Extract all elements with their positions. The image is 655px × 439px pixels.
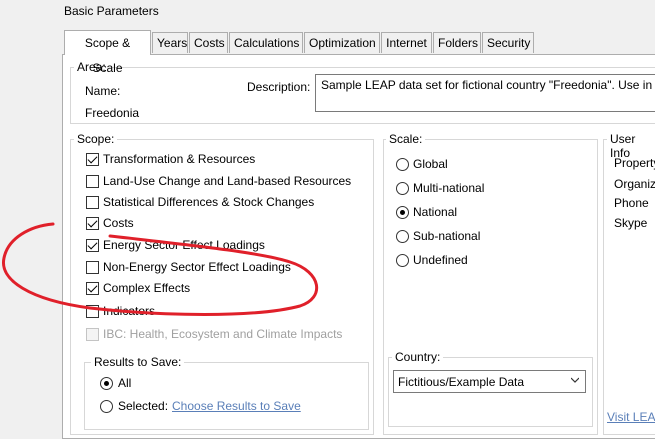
- user-info-organization: Organiz: [614, 177, 655, 191]
- scale-group-label: Scale:: [386, 132, 426, 146]
- label-transformation-resources: Transformation & Resources: [103, 152, 256, 166]
- user-info-property: Property: [614, 156, 655, 170]
- chevron-down-icon: [571, 377, 579, 383]
- description-field[interactable]: Sample LEAP data set for fictional count…: [315, 74, 655, 112]
- label-energy-sector-effect-loadings: Energy Sector Effect Loadings: [103, 238, 265, 252]
- user-info-skype: Skype: [614, 216, 648, 230]
- radio-results-selected[interactable]: [100, 400, 113, 413]
- country-select[interactable]: Fictitious/Example Data: [393, 370, 586, 393]
- label-results-all: All: [118, 376, 132, 390]
- label-statistical-differences: Statistical Differences & Stock Changes: [103, 195, 315, 209]
- checkbox-complex-effects[interactable]: [86, 282, 99, 295]
- label-scale-global: Global: [413, 157, 448, 171]
- name-label: Name:: [85, 84, 121, 98]
- label-scale-national: National: [413, 205, 458, 219]
- radio-scale-global[interactable]: [396, 158, 409, 171]
- radio-scale-multi-national[interactable]: [396, 182, 409, 195]
- label-indicators: Indicators: [103, 304, 156, 318]
- label-complex-effects: Complex Effects: [103, 281, 191, 295]
- radio-results-all[interactable]: [100, 377, 113, 390]
- window-title: Basic Parameters: [64, 4, 159, 18]
- checkbox-transformation-resources[interactable]: [86, 153, 99, 166]
- label-scale-undefined: Undefined: [413, 253, 468, 267]
- radio-scale-undefined[interactable]: [396, 254, 409, 267]
- checkbox-non-energy-sector-effect-loadings[interactable]: [86, 261, 99, 274]
- checkbox-ibc-impacts: [86, 328, 99, 341]
- tab-folders[interactable]: Folders: [433, 32, 481, 53]
- checkbox-costs[interactable]: [86, 217, 99, 230]
- checkbox-energy-sector-effect-loadings[interactable]: [86, 239, 99, 252]
- tab-optimization[interactable]: Optimization: [304, 32, 380, 53]
- checkbox-land-use-change[interactable]: [86, 175, 99, 188]
- tab-internet[interactable]: Internet: [381, 32, 432, 53]
- tab-costs[interactable]: Costs: [189, 32, 228, 53]
- tab-calculations[interactable]: Calculations: [229, 32, 303, 53]
- country-select-value: Fictitious/Example Data: [398, 375, 525, 389]
- tab-security[interactable]: Security: [482, 32, 534, 53]
- results-group: [84, 362, 369, 430]
- label-non-energy-sector-effect-loadings: Non-Energy Sector Effect Loadings: [103, 260, 291, 274]
- choose-results-link[interactable]: Choose Results to Save: [172, 399, 301, 413]
- country-group-label: Country:: [392, 350, 444, 364]
- scope-group-label: Scope:: [74, 132, 118, 146]
- tab-years[interactable]: Years: [152, 32, 188, 53]
- radio-scale-sub-national[interactable]: [396, 230, 409, 243]
- visit-leap-link[interactable]: Visit LEAP: [607, 410, 655, 424]
- checkbox-indicators[interactable]: [86, 305, 99, 318]
- name-value: Freedonia: [85, 106, 140, 120]
- label-costs: Costs: [103, 216, 134, 230]
- label-scale-multi-national: Multi-national: [413, 181, 485, 195]
- label-results-selected: Selected:: [118, 399, 169, 413]
- label-ibc-impacts: IBC: Health, Ecosystem and Climate Impac…: [103, 327, 343, 341]
- description-label: Description:: [247, 80, 311, 94]
- label-scale-sub-national: Sub-national: [413, 229, 481, 243]
- tab-scope-scale[interactable]: Scope & Scale: [64, 30, 151, 75]
- checkbox-statistical-differences[interactable]: [86, 196, 99, 209]
- user-info-phone: Phone: [614, 196, 649, 210]
- radio-scale-national[interactable]: [396, 206, 409, 219]
- label-land-use-change: Land-Use Change and Land-based Resources: [103, 174, 352, 188]
- results-group-label: Results to Save:: [91, 355, 185, 369]
